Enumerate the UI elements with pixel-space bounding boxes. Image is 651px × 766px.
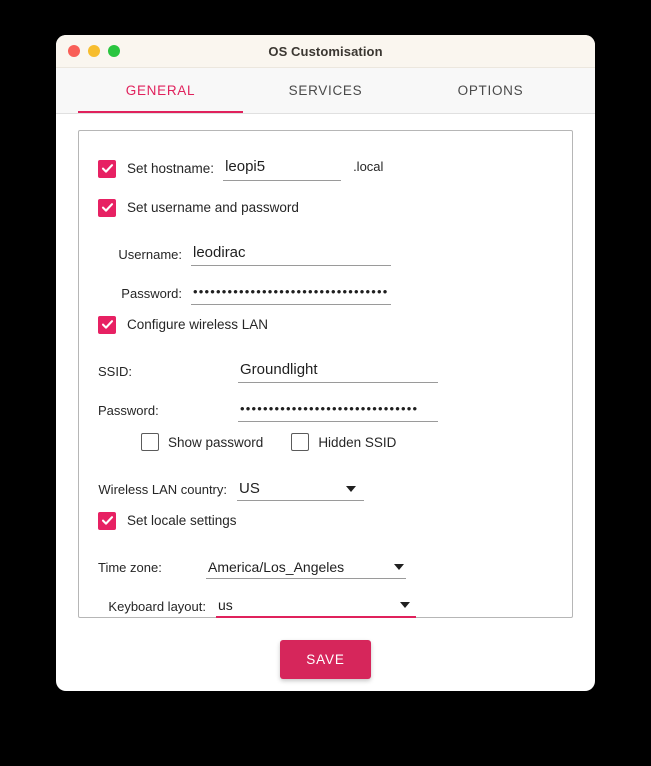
timezone-value: America/Los_Angeles [208, 559, 345, 575]
set-user-row: Set username and password [79, 188, 572, 227]
wireless-country-select[interactable]: US [237, 475, 364, 501]
chevron-down-icon [394, 564, 404, 570]
wireless-country-value: US [239, 480, 260, 497]
username-label: Username: [118, 247, 182, 262]
show-password-checkbox[interactable] [141, 433, 159, 451]
tab-services-label: SERVICES [288, 83, 363, 98]
keyboard-layout-row: Keyboard layout: us [79, 579, 572, 618]
set-username-password-checkbox[interactable] [98, 198, 116, 217]
timezone-row: Time zone: America/Los_Angeles [79, 540, 572, 579]
show-password-label: Show password [168, 434, 264, 450]
tab-bar: GENERAL SERVICES OPTIONS [56, 68, 595, 114]
footer-actions: SAVE [56, 640, 595, 679]
check-icon [101, 320, 113, 329]
wifi-password-row: Password: ••••••••••••••••••••••••••••••… [79, 383, 572, 422]
configure-wireless-lan-checkbox[interactable] [98, 315, 116, 334]
traffic-light-group [68, 45, 120, 57]
account-password-masked-value: •••••••••••••••••••••••••••••••••• [193, 284, 389, 299]
set-locale-row: Set locale settings [79, 501, 572, 540]
timezone-select[interactable]: America/Los_Angeles [206, 553, 406, 579]
configure-wireless-lan-label: Configure wireless LAN [127, 317, 269, 332]
save-button[interactable]: SAVE [280, 640, 371, 679]
wifi-password-masked-value: ••••••••••••••••••••••••••••••• [240, 401, 419, 416]
os-customisation-window: OS Customisation GENERAL SERVICES OPTION… [56, 35, 595, 691]
username-input[interactable] [191, 242, 391, 266]
window-titlebar: OS Customisation [56, 35, 595, 68]
tab-general[interactable]: GENERAL [78, 68, 243, 113]
hostname-input[interactable] [223, 156, 342, 181]
configure-wireless-row: Configure wireless LAN [79, 305, 572, 344]
window-title: OS Customisation [268, 43, 383, 59]
hidden-ssid-checkbox[interactable] [291, 433, 310, 451]
wireless-country-label: Wireless LAN country: [98, 482, 227, 497]
close-window-icon[interactable] [68, 45, 80, 57]
hostname-suffix: .local [353, 159, 384, 174]
set-username-password-label: Set username and password [127, 200, 299, 215]
timezone-label: Time zone: [98, 560, 162, 575]
account-password-input[interactable]: •••••••••••••••••••••••••••••••••• [191, 281, 391, 305]
wireless-country-row: Wireless LAN country: US [79, 462, 572, 501]
hostname-row: Set hostname: .local [79, 149, 572, 188]
keyboard-layout-label: Keyboard layout: [108, 599, 206, 614]
keyboard-layout-select[interactable]: us [216, 592, 416, 618]
wifi-password-label: Password: [98, 403, 159, 418]
general-settings-panel: Set hostname: .local Set username and pa… [78, 130, 573, 618]
minimize-window-icon[interactable] [88, 45, 100, 57]
wifi-options-row: Show password Hidden SSID [79, 422, 572, 462]
tab-options-label: OPTIONS [457, 83, 524, 98]
account-password-row: Password: ••••••••••••••••••••••••••••••… [79, 266, 572, 305]
set-locale-settings-label: Set locale settings [127, 513, 237, 528]
hidden-ssid-label: Hidden SSID [318, 434, 397, 450]
check-icon [101, 516, 113, 525]
ssid-row: SSID: [79, 344, 572, 383]
username-row: Username: [79, 227, 572, 266]
ssid-input[interactable] [238, 359, 438, 383]
maximize-window-icon[interactable] [108, 45, 120, 57]
account-password-label: Password: [121, 286, 182, 301]
check-icon [101, 203, 113, 212]
set-hostname-checkbox[interactable] [98, 159, 116, 178]
chevron-down-icon [400, 602, 410, 608]
check-icon [101, 164, 113, 173]
keyboard-layout-value: us [218, 597, 233, 613]
ssid-label: SSID: [98, 364, 132, 379]
chevron-down-icon [346, 486, 356, 492]
set-hostname-label: Set hostname: [127, 161, 215, 176]
tab-general-label: GENERAL [125, 83, 196, 98]
set-locale-settings-checkbox[interactable] [98, 511, 116, 530]
wifi-password-input[interactable]: ••••••••••••••••••••••••••••••• [238, 398, 438, 422]
tab-options[interactable]: OPTIONS [408, 68, 573, 113]
tab-services[interactable]: SERVICES [243, 68, 408, 113]
